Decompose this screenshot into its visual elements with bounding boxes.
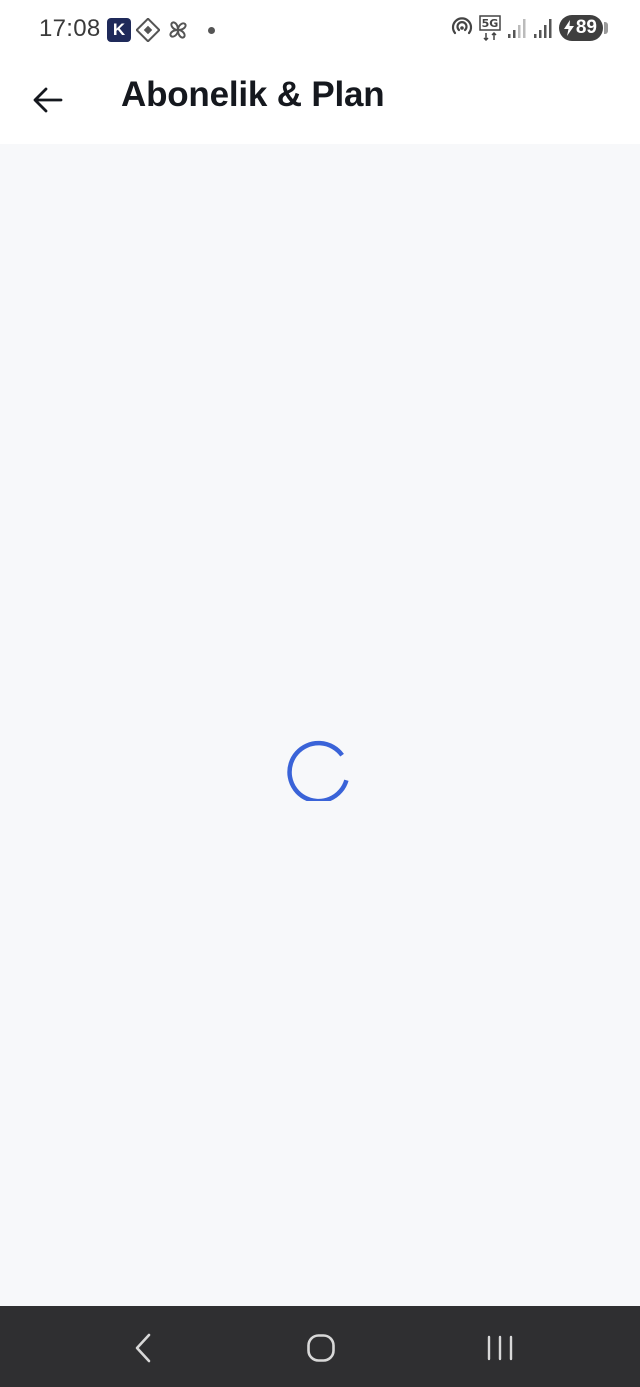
charging-bolt-icon [563,20,574,36]
battery-indicator: 89 [558,15,603,41]
screen: 17:08 K 5G 89 Abonelik & Plan [0,0,640,1387]
loading-spinner-icon [287,740,349,801]
battery-tip [604,22,608,34]
signal-strength-icon-1 [507,19,526,38]
app-bar: Abonelik & Plan [0,58,640,144]
recents-lines-icon [487,1335,513,1361]
notification-dot-icon [208,26,215,34]
pinwheel-icon [169,21,187,39]
diamond-grid-icon [136,18,160,42]
home-circle-icon [307,1334,335,1362]
hotspot-icon [451,17,472,35]
nav-back-button[interactable] [118,1328,168,1368]
chevron-left-icon [135,1333,151,1363]
status-bar: 17:08 K 5G 89 [0,0,640,58]
system-navigation-bar [0,1306,640,1387]
nav-recents-button[interactable] [475,1328,525,1368]
svg-text:5G: 5G [482,17,499,30]
status-notification-icons: K [107,17,215,43]
status-time: 17:08 [39,15,101,42]
back-button[interactable] [26,78,70,122]
status-system-icons: 5G 89 [451,15,608,41]
arrow-left-icon [33,87,63,113]
battery-level: 89 [575,17,597,38]
5g-network-icon: 5G [479,15,501,41]
page-title: Abonelik & Plan [121,75,385,114]
app-k-icon: K [107,18,131,42]
signal-strength-icon-2 [533,19,552,38]
nav-home-button[interactable] [296,1328,346,1368]
